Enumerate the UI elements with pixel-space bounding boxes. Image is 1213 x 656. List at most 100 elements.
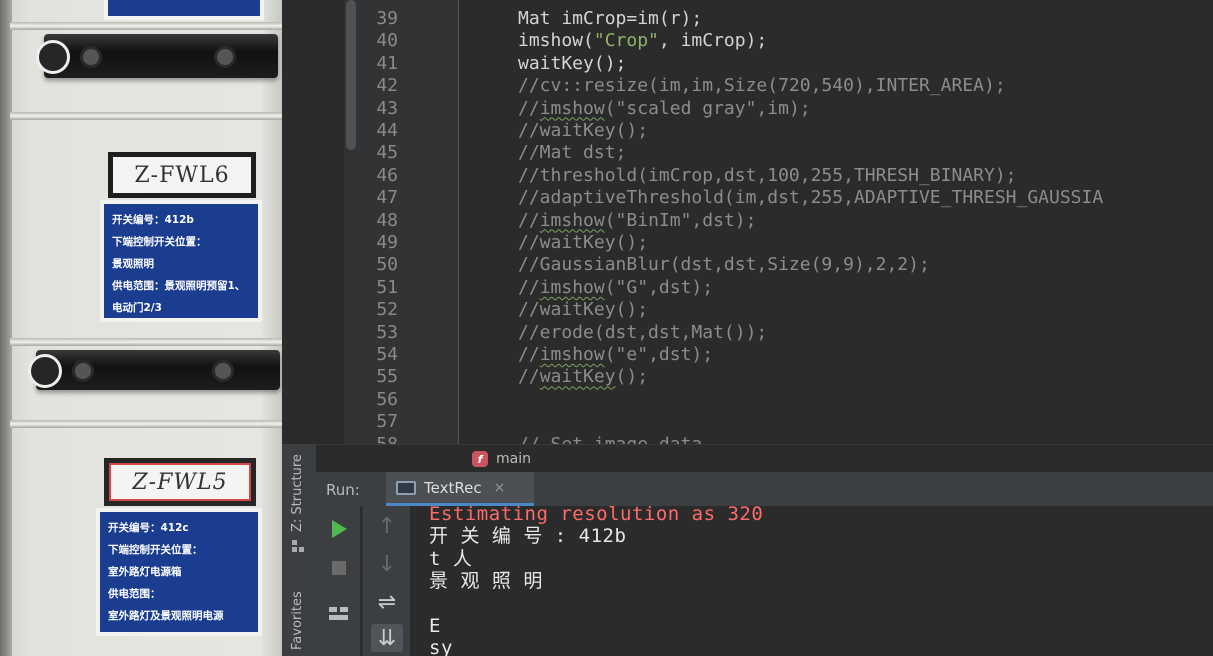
code-token: //waitKey();: [518, 232, 649, 253]
layout-icon: [329, 607, 348, 620]
line-number: 57: [376, 411, 398, 433]
code-token: //: [518, 97, 540, 119]
code-line[interactable]: //imshow("G",dst);: [518, 277, 713, 299]
code-token: ("e",dst);: [604, 344, 714, 365]
code-token: waitKey();: [518, 52, 627, 74]
run-tab-textrec[interactable]: TextRec ×: [386, 472, 534, 506]
code-line[interactable]: //imshow("scaled gray",im);: [518, 98, 811, 120]
code-token: //: [518, 209, 540, 231]
handle-slot: [214, 46, 236, 68]
line-number: 39: [376, 8, 398, 29]
code-token: "Crop": [593, 30, 659, 52]
code-line[interactable]: //waitKey();: [518, 366, 648, 388]
code-token: imshow: [539, 276, 605, 298]
line-number: 56: [376, 388, 398, 410]
console-error-line: Estimating resolution as 320: [429, 506, 764, 525]
handle-slot: [80, 46, 102, 68]
code-token: //Mat dst;: [518, 142, 627, 164]
code-token: imshow: [539, 97, 605, 119]
close-icon[interactable]: ×: [494, 480, 506, 496]
console-line: t 人: [429, 547, 473, 570]
code-line[interactable]: //cv::resize(im,im,Size(720,540),INTER_A…: [518, 75, 1006, 97]
label-line: 电动门2/3: [112, 302, 162, 314]
panel-divider: [10, 22, 282, 30]
top-label-edge: [104, 0, 264, 20]
panel-divider: [10, 338, 282, 346]
code-line[interactable]: //adaptiveThreshold(im,dst,255,ADAPTIVE_…: [518, 187, 1103, 209]
handle-slot: [72, 360, 94, 382]
console-line: 开 关 编 号 : 412b: [429, 525, 627, 548]
code-line[interactable]: //Mat dst;: [518, 142, 626, 164]
code-line[interactable]: //imshow("BinIm",dst);: [518, 210, 756, 232]
code-token: //cv::resize(im,im,Size(720,540),INTER_A…: [518, 75, 1006, 97]
label-line: 开关编号：412c: [108, 522, 189, 534]
code-token: ();: [615, 366, 649, 388]
cabinet-handle-1: [36, 34, 278, 78]
run-console-output[interactable]: Estimating resolution as 320 开 关 编 号 : 41…: [410, 506, 1213, 656]
breadcrumb-function[interactable]: main: [496, 451, 531, 467]
cabinet-label-2: 开关编号：412c 下端控制开关位置： 室外路灯电源箱 供电范围： 室外路灯及景…: [96, 508, 262, 636]
code-line[interactable]: //waitKey();: [518, 120, 648, 142]
code-token: //waitKey();: [518, 120, 649, 141]
code-token: imshow(: [518, 30, 594, 52]
code-token: //erode(dst,dst,Mat());: [518, 321, 768, 343]
scroll-up-button[interactable]: ↑: [375, 514, 399, 539]
lock-icon: [28, 354, 62, 388]
breadcrumb[interactable]: f main: [472, 448, 531, 470]
code-token: ("G",dst);: [604, 276, 714, 298]
label-line: 供电范围：景观照明预留1、: [112, 280, 246, 292]
code-line[interactable]: waitKey();: [518, 53, 626, 75]
line-number: 46: [376, 164, 398, 186]
label-line: 下端控制开关位置：: [108, 544, 203, 556]
line-number: 41: [376, 52, 398, 74]
code-token: //GaussianBlur(dst,dst,Size(9,9),2,2);: [518, 254, 930, 276]
code-line[interactable]: //waitKey();: [518, 299, 648, 321]
code-line[interactable]: //GaussianBlur(dst,dst,Size(9,9),2,2);: [518, 254, 930, 276]
label-line: 室外路灯及景观照明电源: [108, 610, 224, 622]
layout-button[interactable]: [326, 602, 352, 624]
scroll-down-button[interactable]: ↓: [375, 552, 399, 577]
line-number: 43: [376, 97, 398, 119]
code-token: //: [518, 366, 540, 388]
stop-icon: [332, 561, 346, 575]
cabinet-photo: Z-FWL6 开关编号：412b 下端控制开关位置： 景观照明 供电范围：景观照…: [0, 0, 282, 656]
code-token: waitKey: [539, 366, 616, 388]
stop-button[interactable]: [329, 558, 349, 578]
cabinet-tag-2: Z-FWL5: [104, 458, 256, 506]
code-line[interactable]: Mat imCrop=im(r);: [518, 8, 702, 30]
label-line: 室外路灯电源箱: [108, 566, 182, 578]
code-line[interactable]: //imshow("e",dst);: [518, 344, 713, 366]
console-actions-column: ↑ ↓ ⇌ ⇊: [362, 506, 411, 656]
handle-slot: [212, 360, 234, 382]
panel-divider: [10, 112, 282, 120]
structure-tab[interactable]: Z: Structure: [290, 454, 305, 532]
cabinet-label-1: 开关编号：412b 下端控制开关位置： 景观照明 供电范围：景观照明预留1、 电…: [100, 200, 262, 322]
label-line: 下端控制开关位置：: [112, 236, 207, 248]
favorites-tab[interactable]: Favorites: [290, 591, 305, 650]
code-line[interactable]: //waitKey();: [518, 232, 648, 254]
cabinet-tag-1: Z-FWL6: [108, 152, 256, 198]
code-token: ("scaled gray",im);: [604, 97, 811, 119]
cabinet-frame: [0, 0, 12, 656]
console-line: 景 观 照 明: [429, 569, 543, 592]
scroll-to-end-button[interactable]: ⇊: [371, 624, 403, 652]
code-token: imshow: [539, 209, 605, 231]
soft-wrap-button[interactable]: ⇌: [375, 590, 399, 615]
code-line[interactable]: //threshold(imCrop,dst,100,255,THRESH_BI…: [518, 165, 1017, 187]
lock-icon: [36, 40, 70, 74]
line-number: 42: [376, 75, 398, 97]
code-editor[interactable]: 39 Mat imCrop=im(r); 40 imshow("Crop", imCr…: [282, 0, 1213, 448]
code-line[interactable]: //erode(dst,dst,Mat());: [518, 322, 767, 344]
code-token: //waitKey();: [518, 299, 649, 321]
label-line: 景观照明: [112, 258, 154, 270]
play-icon: [331, 520, 347, 538]
line-number: 49: [376, 232, 398, 253]
code-token: //adaptiveThreshold(im,dst,255,ADAPTIVE_…: [518, 187, 1104, 209]
rerun-button[interactable]: [328, 518, 350, 540]
structure-icon[interactable]: [292, 540, 304, 552]
console-icon: [396, 480, 416, 495]
line-number: 48: [376, 209, 398, 231]
editor-scrollbar-thumb[interactable]: [346, 0, 356, 150]
code-line[interactable]: imshow("Crop", imCrop);: [518, 30, 767, 52]
line-number: 52: [376, 299, 398, 321]
